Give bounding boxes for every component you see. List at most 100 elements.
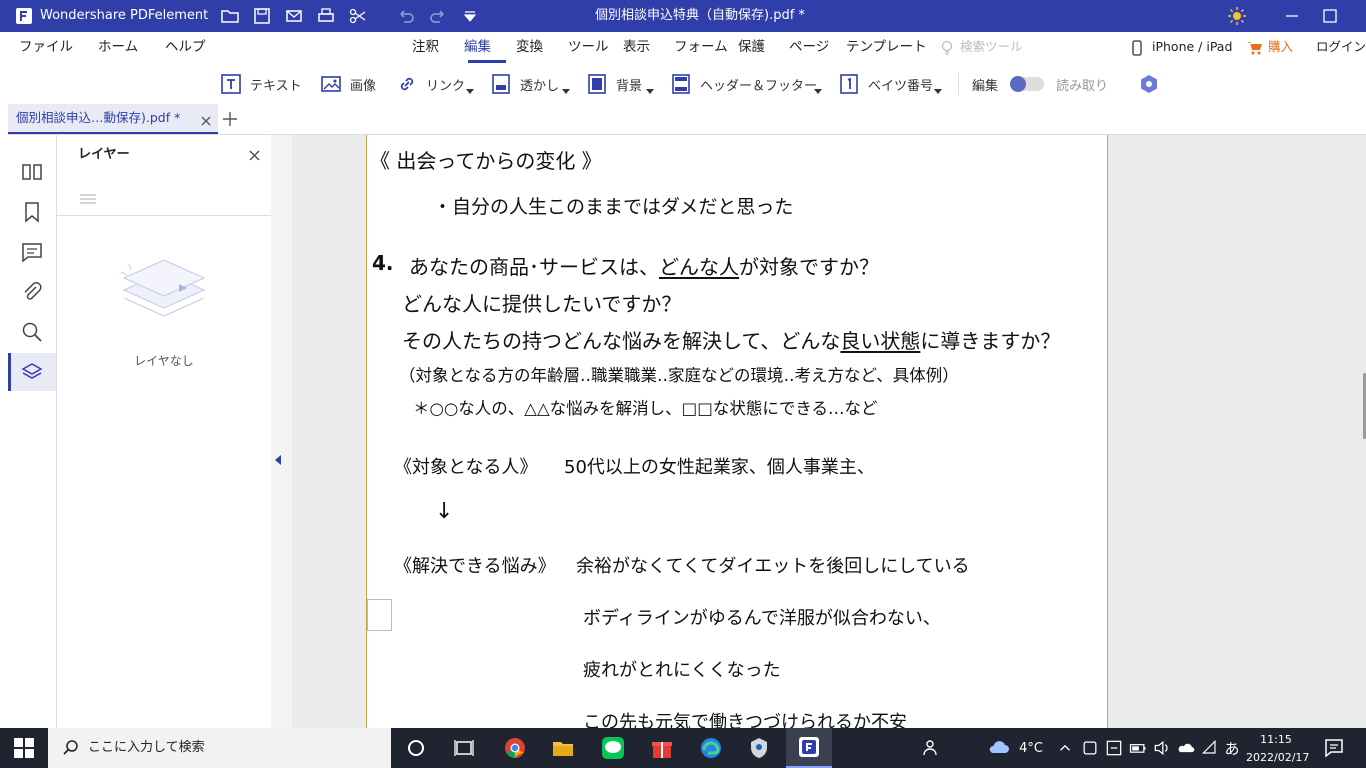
q3-post: に導きますか？ xyxy=(920,329,1061,353)
line-app-icon[interactable] xyxy=(596,728,630,768)
wifi-icon[interactable] xyxy=(1200,728,1220,768)
problem-2[interactable]: ボディラインがゆるんで洋服が似合わない、 xyxy=(583,604,941,630)
panel-collapse-gutter[interactable] xyxy=(271,135,292,728)
note-line[interactable]: （対象となる方の年齢層‥職業職業‥家庭などの環境‥考え方など、具体例） xyxy=(399,362,959,386)
clock[interactable]: 11:15 2022/02/17 xyxy=(1246,732,1309,765)
pdf-page[interactable]: 《 出会ってからの変化 》 ・自分の人生このままではダメだと思った 4. あなた… xyxy=(366,135,1108,728)
close-tab-icon[interactable] xyxy=(200,112,212,126)
bates-number-button[interactable]: ベイツ番号 xyxy=(838,64,933,104)
chrome-icon[interactable] xyxy=(498,728,532,768)
question-line-1[interactable]: あなたの商品･サービスは、どんな人が対象ですか？ xyxy=(409,251,879,280)
tab-annotate[interactable]: 注釈 xyxy=(412,32,439,64)
app-name: Wondershare PDFelement xyxy=(40,8,209,23)
menu-help[interactable]: ヘルプ xyxy=(165,32,206,64)
volume-icon[interactable] xyxy=(1152,728,1172,768)
edit-read-toggle[interactable] xyxy=(1010,76,1044,92)
document-canvas[interactable]: 《 出会ってからの変化 》 ・自分の人生このままではダメだと思った 4. あなた… xyxy=(292,135,1366,728)
theme-sun-icon[interactable] xyxy=(1227,6,1247,26)
quick-access-dropdown-icon[interactable] xyxy=(460,6,480,26)
redo-icon[interactable] xyxy=(428,6,448,26)
open-folder-icon[interactable] xyxy=(220,6,240,26)
onedrive-icon[interactable] xyxy=(1176,728,1196,768)
save-icon[interactable] xyxy=(252,6,272,26)
phone-icon xyxy=(1132,40,1142,56)
tab-protect[interactable]: 保護 xyxy=(738,32,765,64)
people-icon[interactable] xyxy=(920,728,946,768)
add-image-button[interactable]: 画像 xyxy=(320,64,376,104)
tray-app-icon[interactable] xyxy=(1080,728,1100,768)
notification-center-icon[interactable] xyxy=(1320,728,1348,768)
target-value[interactable]: 50代以上の女性起業家、個人事業主、 xyxy=(564,453,875,479)
target-label[interactable]: 《対象となる人》 xyxy=(394,453,537,479)
search-tool-input[interactable]: 検索ツール xyxy=(960,32,1023,64)
background-dropdown-caret[interactable] xyxy=(646,89,654,94)
bullet-line[interactable]: ・自分の人生このままではダメだと思った xyxy=(433,192,793,219)
windows-start-icon[interactable] xyxy=(0,728,48,768)
tray-chevron-up-icon[interactable] xyxy=(1056,728,1074,768)
empty-text-box[interactable] xyxy=(367,599,392,631)
watermark-dropdown-caret[interactable] xyxy=(562,89,570,94)
question-line-2[interactable]: どんな人に提供したいですか？ xyxy=(402,288,681,317)
link-button[interactable]: リンク xyxy=(396,64,465,104)
example-line[interactable]: ＊○○な人の、△△な悩みを解消し、□□な状態にできる…など xyxy=(413,395,878,419)
ime-indicator[interactable]: あ xyxy=(1222,728,1242,768)
comment-icon[interactable] xyxy=(20,240,44,264)
attachment-icon[interactable] xyxy=(20,280,44,304)
link-dropdown-caret[interactable] xyxy=(466,89,474,94)
section-heading[interactable]: 《 出会ってからの変化 》 xyxy=(370,145,602,174)
problem-1[interactable]: 余裕がなくてくてダイエットを後回しにしている xyxy=(576,552,970,578)
problem-3[interactable]: 疲れがとれにくくなった xyxy=(583,656,781,682)
layer-options-icon[interactable] xyxy=(80,190,96,204)
mail-icon[interactable] xyxy=(284,6,304,26)
search-icon[interactable] xyxy=(20,320,44,344)
scissors-icon[interactable] xyxy=(348,6,368,26)
weather-temperature[interactable]: 4°C xyxy=(1016,728,1046,768)
login-link[interactable]: ログイン xyxy=(1316,32,1366,64)
security-app-icon[interactable] xyxy=(742,728,776,768)
maximize-icon[interactable] xyxy=(1320,6,1340,26)
question-line-3[interactable]: その人たちの持つどんな悩みを解決して、どんな良い状態に導きますか？ xyxy=(402,325,1060,354)
menu-file[interactable]: ファイル xyxy=(19,32,73,64)
q1-pre: あなたの商品･サービスは、 xyxy=(409,255,659,279)
thumbnails-icon[interactable] xyxy=(20,160,44,184)
gift-app-icon[interactable] xyxy=(645,728,679,768)
pdfelement-taskbar-icon[interactable] xyxy=(786,728,832,768)
bates-dropdown-caret[interactable] xyxy=(934,89,942,94)
taskbar-search-box[interactable]: ここに入力して検索 xyxy=(48,728,391,768)
file-explorer-icon[interactable] xyxy=(546,728,580,768)
battery-icon[interactable] xyxy=(1128,728,1148,768)
layers-tab-active[interactable] xyxy=(8,353,56,391)
app-logo-icon xyxy=(14,6,34,26)
cortana-icon[interactable] xyxy=(400,728,432,768)
background-button[interactable]: 背景 xyxy=(586,64,642,104)
edit-toolbar: テキスト 画像 リンク 透かし 背景 ヘッダー＆フッター ベイツ番号 編集 読み… xyxy=(8,64,1366,104)
collapse-arrow-icon[interactable] xyxy=(275,455,281,465)
tab-template[interactable]: テンプレート xyxy=(846,32,927,64)
tab-form[interactable]: フォーム xyxy=(674,32,728,64)
panel-divider xyxy=(57,215,271,216)
close-panel-icon[interactable] xyxy=(249,146,260,161)
bookmark-icon[interactable] xyxy=(20,200,44,224)
tray-display-icon[interactable] xyxy=(1104,728,1124,768)
new-tab-icon[interactable] xyxy=(222,111,238,127)
task-view-icon[interactable] xyxy=(448,728,480,768)
device-link[interactable]: iPhone / iPad xyxy=(1152,32,1232,64)
tab-tools[interactable]: ツール xyxy=(568,32,609,64)
ocr-plugin-icon[interactable] xyxy=(1138,73,1160,95)
edge-icon[interactable] xyxy=(694,728,728,768)
undo-icon[interactable] xyxy=(396,6,416,26)
add-text-button[interactable]: テキスト xyxy=(220,64,302,104)
minimize-icon[interactable] xyxy=(1282,6,1302,26)
header-footer-dropdown-caret[interactable] xyxy=(814,89,822,94)
tab-convert[interactable]: 変換 xyxy=(516,32,543,64)
print-icon[interactable] xyxy=(316,6,336,26)
tab-view[interactable]: 表示 xyxy=(623,32,650,64)
watermark-button[interactable]: 透かし xyxy=(490,64,559,104)
menu-home[interactable]: ホーム xyxy=(98,32,138,64)
buy-link[interactable]: 購入 xyxy=(1268,32,1293,64)
problem-4[interactable]: この先も元気で働きつづけられるか不安 xyxy=(583,708,907,728)
document-tab[interactable]: 個別相談申込…動保存).pdf * xyxy=(8,104,218,134)
tab-page[interactable]: ページ xyxy=(789,32,829,64)
header-footer-button[interactable]: ヘッダー＆フッター xyxy=(670,64,817,104)
problems-label[interactable]: 《解決できる悩み》 xyxy=(394,552,556,578)
